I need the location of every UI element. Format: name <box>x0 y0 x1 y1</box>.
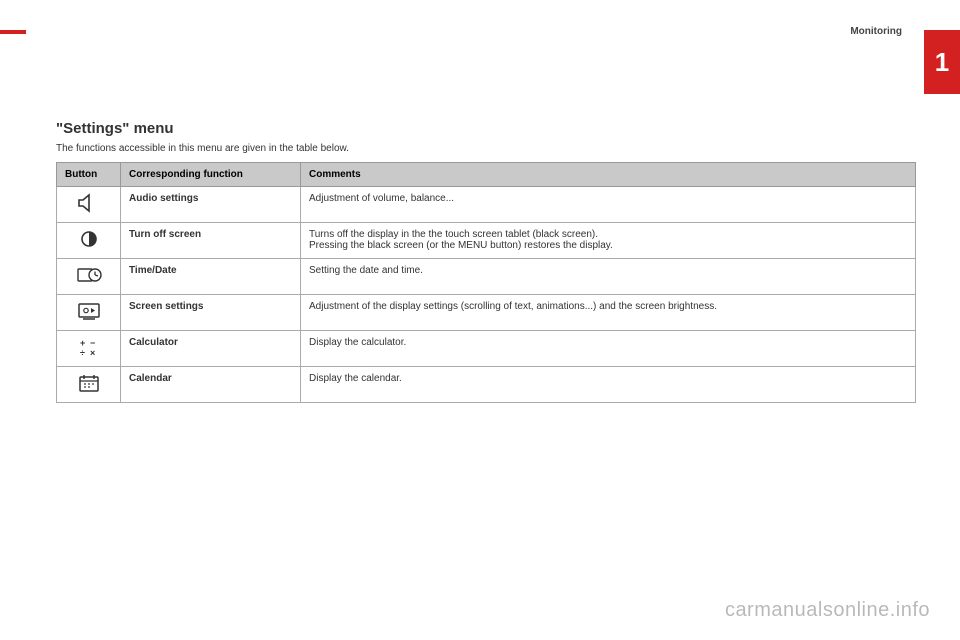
comments-cell: Setting the date and time. <box>301 259 916 295</box>
comments-cell: Display the calendar. <box>301 367 916 403</box>
icon-cell <box>57 223 121 259</box>
col-comments: Comments <box>301 163 916 187</box>
screen-settings-icon <box>73 299 105 323</box>
comments-cell: Adjustment of volume, balance... <box>301 187 916 223</box>
icon-cell <box>57 295 121 331</box>
page-title: "Settings" menu <box>56 120 916 137</box>
comments-cell: Turns off the display in the the touch s… <box>301 223 916 259</box>
calculator-icon: + − ÷ × <box>73 335 105 359</box>
intro-text: The functions accessible in this menu ar… <box>56 143 916 154</box>
chapter-number: 1 <box>935 47 949 78</box>
svg-text:×: × <box>90 348 95 358</box>
settings-table: Button Corresponding function Comments A… <box>56 162 916 403</box>
svg-text:÷: ÷ <box>80 348 85 358</box>
chapter-tab: 1 <box>924 30 960 94</box>
table-row: Turn off screen Turns off the display in… <box>57 223 916 259</box>
table-row: Audio settings Adjustment of volume, bal… <box>57 187 916 223</box>
svg-text:+: + <box>80 338 85 348</box>
col-button: Button <box>57 163 121 187</box>
comments-cell: Display the calculator. <box>301 331 916 367</box>
function-cell: Calculator <box>121 331 301 367</box>
comments-cell: Adjustment of the display settings (scro… <box>301 295 916 331</box>
calendar-icon <box>73 371 105 395</box>
icon-cell <box>57 259 121 295</box>
icon-cell <box>57 367 121 403</box>
watermark: carmanualsonline.info <box>725 599 930 622</box>
clock-icon <box>73 263 105 287</box>
contrast-icon <box>73 227 105 251</box>
col-function: Corresponding function <box>121 163 301 187</box>
function-cell: Screen settings <box>121 295 301 331</box>
function-cell: Calendar <box>121 367 301 403</box>
function-cell: Turn off screen <box>121 223 301 259</box>
section-header: Monitoring <box>850 26 902 37</box>
speaker-icon <box>73 191 105 215</box>
table-header-row: Button Corresponding function Comments <box>57 163 916 187</box>
table-row: + − ÷ × Calculator Display the calculato… <box>57 331 916 367</box>
icon-cell <box>57 187 121 223</box>
main-content: "Settings" menu The functions accessible… <box>56 120 916 403</box>
accent-bar <box>0 30 26 34</box>
table-row: Calendar Display the calendar. <box>57 367 916 403</box>
function-cell: Audio settings <box>121 187 301 223</box>
function-cell: Time/Date <box>121 259 301 295</box>
icon-cell: + − ÷ × <box>57 331 121 367</box>
table-row: Screen settings Adjustment of the displa… <box>57 295 916 331</box>
svg-text:−: − <box>90 338 95 348</box>
table-row: Time/Date Setting the date and time. <box>57 259 916 295</box>
